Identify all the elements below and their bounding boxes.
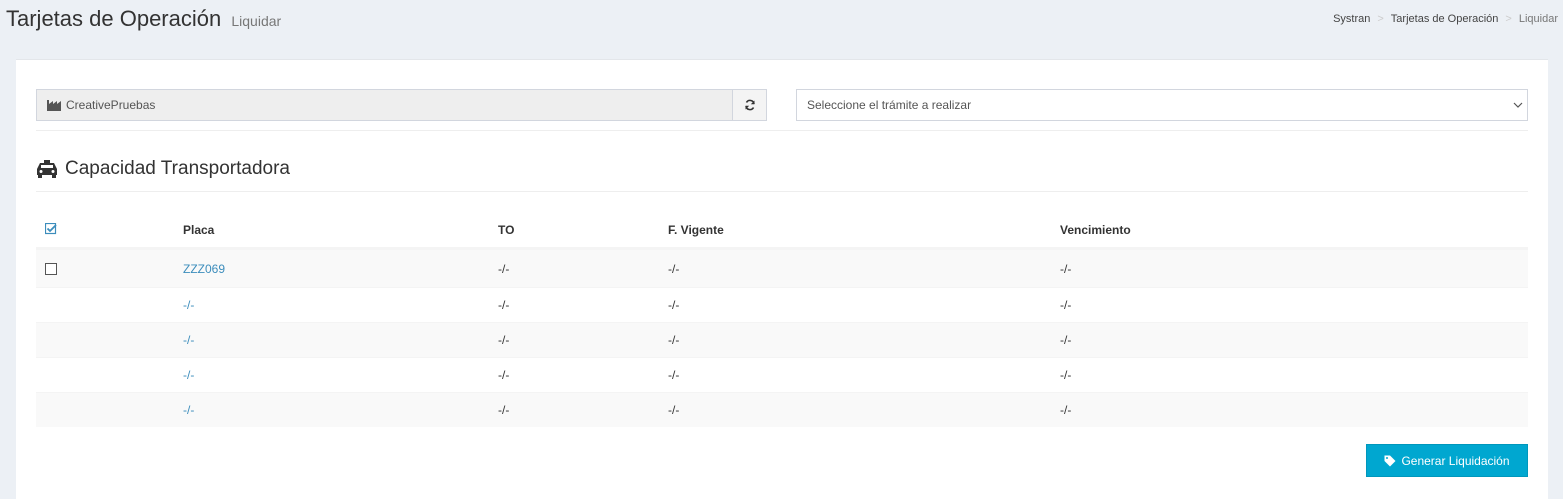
to-cell: -/- bbox=[498, 262, 510, 276]
vigente-cell: -/- bbox=[668, 403, 680, 417]
to-cell: -/- bbox=[498, 403, 510, 417]
divider bbox=[36, 191, 1528, 192]
refresh-icon bbox=[744, 99, 755, 111]
tramite-select-value: Seleccione el trámite a realizar bbox=[807, 98, 972, 112]
company-field: CreativePruebas bbox=[36, 89, 733, 121]
placa-link[interactable]: -/- bbox=[183, 298, 194, 312]
table-header-row: Placa TO F. Vigente Vencimiento bbox=[36, 212, 1528, 249]
check-square-icon bbox=[44, 222, 57, 235]
placa-link[interactable]: -/- bbox=[183, 403, 194, 417]
header-placa: Placa bbox=[183, 223, 215, 237]
to-cell: -/- bbox=[498, 368, 510, 382]
vencimiento-cell: -/- bbox=[1060, 333, 1072, 347]
capacity-table: Placa TO F. Vigente Vencimiento ZZZ069 -… bbox=[36, 212, 1528, 427]
generar-liquidacion-button[interactable]: Generar Liquidación bbox=[1366, 444, 1528, 477]
company-input-group: CreativePruebas bbox=[36, 89, 767, 121]
placa-link[interactable]: -/- bbox=[183, 333, 194, 347]
breadcrumb-tarjetas[interactable]: Tarjetas de Operación bbox=[1391, 13, 1499, 25]
page-title-text: Tarjetas de Operación bbox=[6, 6, 222, 31]
table-row: -/- -/- -/- -/- bbox=[36, 287, 1528, 322]
table-row: -/- -/- -/- -/- bbox=[36, 392, 1528, 427]
content-header: Tarjetas de Operación Liquidar Systran > T… bbox=[0, 0, 1563, 50]
generar-liquidacion-label: Generar Liquidación bbox=[1401, 453, 1510, 468]
placa-link[interactable]: ZZZ069 bbox=[183, 262, 225, 276]
table-row: ZZZ069 -/- -/- -/- bbox=[36, 249, 1528, 287]
divider bbox=[36, 130, 1528, 131]
row-checkbox[interactable] bbox=[45, 263, 57, 275]
header-vencimiento: Vencimiento bbox=[1060, 223, 1131, 237]
table-row: -/- -/- -/- -/- bbox=[36, 357, 1528, 392]
company-name: CreativePruebas bbox=[66, 98, 156, 112]
page-title: Tarjetas de Operación Liquidar bbox=[6, 6, 281, 32]
section-title-text: Capacidad Transportadora bbox=[65, 158, 290, 179]
table-row: -/- -/- -/- -/- bbox=[36, 322, 1528, 357]
header-to: TO bbox=[498, 223, 515, 237]
to-cell: -/- bbox=[498, 298, 510, 312]
breadcrumb-separator: > bbox=[1505, 13, 1512, 25]
breadcrumb-home[interactable]: Systran bbox=[1333, 13, 1370, 25]
section-title: Capacidad Transportadora bbox=[36, 158, 290, 180]
vencimiento-cell: -/- bbox=[1060, 298, 1072, 312]
select-all-checkbox[interactable] bbox=[44, 222, 57, 238]
placa-link[interactable]: -/- bbox=[183, 368, 194, 382]
vigente-cell: -/- bbox=[668, 262, 680, 276]
breadcrumb-current: Liquidar bbox=[1518, 13, 1558, 25]
industry-icon bbox=[47, 100, 61, 111]
vencimiento-cell: -/- bbox=[1060, 403, 1072, 417]
checkbox-box[interactable] bbox=[45, 263, 57, 275]
vigente-cell: -/- bbox=[668, 333, 680, 347]
vigente-cell: -/- bbox=[668, 368, 680, 382]
vencimiento-cell: -/- bbox=[1060, 262, 1072, 276]
breadcrumb: Systran > Tarjetas de Operación > Liquidar bbox=[1333, 13, 1558, 25]
vencimiento-cell: -/- bbox=[1060, 368, 1072, 382]
breadcrumb-separator: > bbox=[1377, 13, 1384, 25]
tag-icon bbox=[1384, 455, 1396, 466]
to-cell: -/- bbox=[498, 333, 510, 347]
vigente-cell: -/- bbox=[668, 298, 680, 312]
page-subtitle: Liquidar bbox=[231, 13, 282, 29]
content-box: CreativePruebas Seleccione el trámite a … bbox=[16, 59, 1548, 499]
taxi-icon bbox=[37, 160, 57, 178]
refresh-button[interactable] bbox=[732, 89, 767, 121]
chevron-down-icon bbox=[1513, 102, 1523, 108]
tramite-select[interactable]: Seleccione el trámite a realizar bbox=[796, 89, 1528, 121]
header-f-vigente: F. Vigente bbox=[668, 223, 724, 237]
